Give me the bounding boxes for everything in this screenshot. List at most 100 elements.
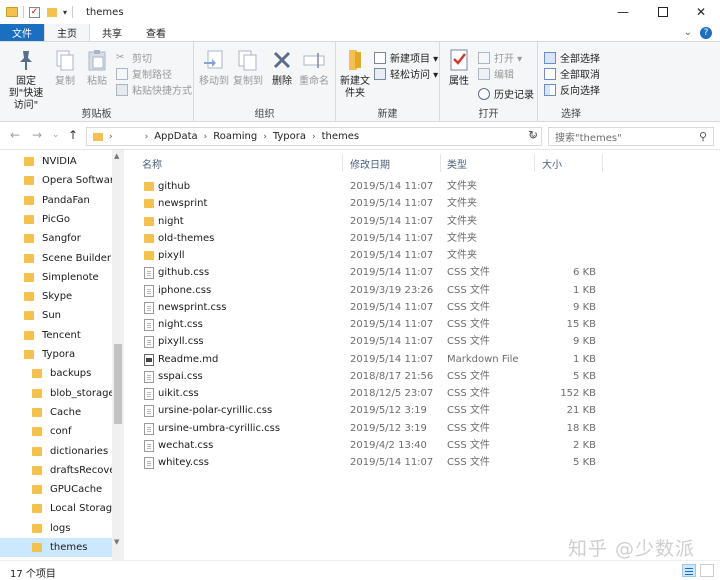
file-row[interactable]: newsprint.css 2019/5/14 11:07 CSS 文件 9 KB <box>126 299 720 316</box>
file-row[interactable]: uikit.css 2018/12/5 23:07 CSS 文件 152 KB <box>126 385 720 402</box>
copy-button[interactable]: 复制 <box>52 48 78 88</box>
column-divider[interactable] <box>602 154 603 172</box>
search-input[interactable]: 搜索"themes" ⚲ <box>548 127 714 146</box>
breadcrumb-item[interactable]: themes <box>322 131 360 142</box>
file-row[interactable]: pixyll 2019/5/14 11:07 文件夹 <box>126 247 720 264</box>
sidebar-item-dictionaries[interactable]: dictionaries <box>0 442 112 461</box>
copy-path-button[interactable]: 复制路径 <box>116 66 172 81</box>
breadcrumb-item[interactable]: AppData <box>154 131 197 142</box>
details-view-button[interactable] <box>682 564 696 577</box>
move-to-button[interactable]: 移动到 <box>198 48 230 88</box>
tab-home[interactable]: 主页 <box>44 24 90 41</box>
sidebar-item-draftsrecover[interactable]: draftsRecover <box>0 461 112 480</box>
delete-button[interactable]: 删除 <box>270 48 294 88</box>
file-row[interactable]: Readme.md 2019/5/14 11:07 Markdown File 1 K… <box>126 351 720 368</box>
back-arrow-icon[interactable]: ← <box>10 128 20 142</box>
sidebar-item-backups[interactable]: backups <box>0 364 112 383</box>
new-item-button[interactable]: 新建项目 ▾ <box>374 50 438 65</box>
tab-file[interactable]: 文件 <box>0 24 44 41</box>
breadcrumb-item[interactable]: Typora <box>273 131 306 142</box>
new-folder-button[interactable]: 新建文件夹 <box>338 48 372 100</box>
column-divider[interactable] <box>342 154 343 172</box>
breadcrumb-item[interactable]: Roaming <box>213 131 257 142</box>
column-divider[interactable] <box>534 154 535 172</box>
scroll-up-icon[interactable]: ▲ <box>114 152 119 160</box>
sidebar-item-cache[interactable]: Cache <box>0 403 112 422</box>
checkmark-icon[interactable]: ✓ <box>29 6 40 18</box>
sidebar-item-tencent[interactable]: Tencent <box>0 326 112 345</box>
sidebar-item-gpucache[interactable]: GPUCache <box>0 480 112 499</box>
sidebar-item-pandafan[interactable]: PandaFan <box>0 191 112 210</box>
close-button[interactable]: ✕ <box>678 0 720 24</box>
pin-quick-access-button[interactable]: 固定到"快速访问" <box>4 48 48 112</box>
cut-button[interactable]: ✂ 剪切 <box>116 50 152 66</box>
chevron-down-icon[interactable]: ⌄ <box>684 27 692 39</box>
help-icon[interactable]: ? <box>700 27 712 39</box>
sidebar-item-opera-software[interactable]: Opera Software <box>0 171 112 190</box>
scrollbar-thumb[interactable] <box>114 344 122 424</box>
file-row[interactable]: sspai.css 2018/8/17 21:56 CSS 文件 5 KB <box>126 368 720 385</box>
paste-shortcut-button[interactable]: 粘贴快捷方式 <box>116 82 192 97</box>
breadcrumb-separator[interactable]: › <box>312 132 316 142</box>
breadcrumb-separator[interactable]: › <box>263 132 267 142</box>
file-row[interactable]: newsprint 2019/5/14 11:07 文件夹 <box>126 195 720 212</box>
open-button[interactable]: 打开 ▾ <box>478 50 522 65</box>
copy-to-button[interactable]: 复制到 <box>232 48 264 88</box>
paste-button[interactable]: 粘贴 <box>84 48 110 88</box>
easy-access-button[interactable]: 轻松访问 ▾ <box>374 66 438 81</box>
select-all-button[interactable]: 全部选择 <box>544 50 600 65</box>
sidebar-item-nvidia[interactable]: NVIDIA <box>0 152 112 171</box>
edit-button[interactable]: 编辑 <box>478 66 514 81</box>
file-row[interactable]: iphone.css 2019/3/19 23:26 CSS 文件 1 KB <box>126 282 720 299</box>
sidebar-item-themes[interactable]: themes <box>0 538 112 557</box>
large-icons-view-button[interactable] <box>700 564 714 577</box>
chevron-down-icon[interactable]: ▾ <box>63 8 67 17</box>
scroll-down-icon[interactable]: ▼ <box>114 538 119 546</box>
file-row[interactable]: github 2019/5/14 11:07 文件夹 <box>126 178 720 195</box>
file-row[interactable]: wechat.css 2019/4/2 13:40 CSS 文件 2 KB <box>126 437 720 454</box>
invert-selection-button[interactable]: 反向选择 <box>544 82 600 97</box>
file-row[interactable]: night.css 2019/5/14 11:07 CSS 文件 15 KB <box>126 316 720 333</box>
breadcrumb-separator[interactable]: › <box>109 132 113 142</box>
breadcrumb[interactable]: › › AppData › Roaming › Typora › themes … <box>86 127 542 146</box>
file-row[interactable]: old-themes 2019/5/14 11:07 文件夹 <box>126 230 720 247</box>
rename-button[interactable]: 重命名 <box>298 48 330 88</box>
file-row[interactable]: pixyll.css 2019/5/14 11:07 CSS 文件 9 KB <box>126 333 720 350</box>
column-header-name[interactable]: 名称 <box>142 154 162 172</box>
file-row[interactable]: whitey.css 2019/5/14 11:07 CSS 文件 5 KB <box>126 454 720 471</box>
sidebar-item-simplenote[interactable]: Simplenote <box>0 268 112 287</box>
breadcrumb-separator[interactable]: › <box>145 132 149 142</box>
sidebar-item-logs[interactable]: logs <box>0 519 112 538</box>
tab-share[interactable]: 共享 <box>90 24 134 41</box>
file-row[interactable]: github.css 2019/5/14 11:07 CSS 文件 6 KB <box>126 264 720 281</box>
recent-locations-chevron-icon[interactable]: ⌄ <box>52 130 60 140</box>
nav-scrollbar[interactable]: ▲ ▼ <box>112 150 124 560</box>
forward-arrow-icon[interactable]: → <box>32 128 42 142</box>
file-row[interactable]: ursine-umbra-cyrillic.css 2019/5/12 3:19 C… <box>126 420 720 437</box>
column-header-size[interactable]: 大小 <box>542 154 562 172</box>
sidebar-item-skype[interactable]: Skype <box>0 287 112 306</box>
new-folder-icon[interactable] <box>47 7 57 17</box>
properties-button[interactable]: 属性 <box>446 48 472 88</box>
sidebar-item-sun[interactable]: Sun <box>0 306 112 325</box>
sidebar-item-scene-builder[interactable]: Scene Builder <box>0 249 112 268</box>
history-button[interactable]: 历史记录 <box>478 86 534 101</box>
sidebar-item-typora[interactable]: Typora <box>0 345 112 364</box>
open-icon <box>478 51 490 64</box>
select-none-button[interactable]: 全部取消 <box>544 66 600 81</box>
up-arrow-icon[interactable]: ↑ <box>68 128 78 142</box>
group-label: 打开 <box>478 109 499 120</box>
column-header-type[interactable]: 类型 <box>447 154 467 172</box>
column-divider[interactable] <box>440 154 441 172</box>
file-row[interactable]: night 2019/5/14 11:07 文件夹 <box>126 213 720 230</box>
sidebar-item-blob-storage[interactable]: blob_storage <box>0 384 112 403</box>
sidebar-item-local-storage[interactable]: Local Storage <box>0 499 112 518</box>
sidebar-item-picgo[interactable]: PicGo <box>0 210 112 229</box>
tab-view[interactable]: 查看 <box>134 24 178 41</box>
breadcrumb-separator[interactable]: › <box>204 132 208 142</box>
file-row[interactable]: ursine-polar-cyrillic.css 2019/5/12 3:19 C… <box>126 402 720 419</box>
sidebar-item-conf[interactable]: conf <box>0 422 112 441</box>
refresh-icon[interactable]: ↻ <box>528 128 538 142</box>
sidebar-item-sangfor[interactable]: Sangfor <box>0 229 112 248</box>
column-header-date[interactable]: 修改日期 <box>350 154 390 172</box>
